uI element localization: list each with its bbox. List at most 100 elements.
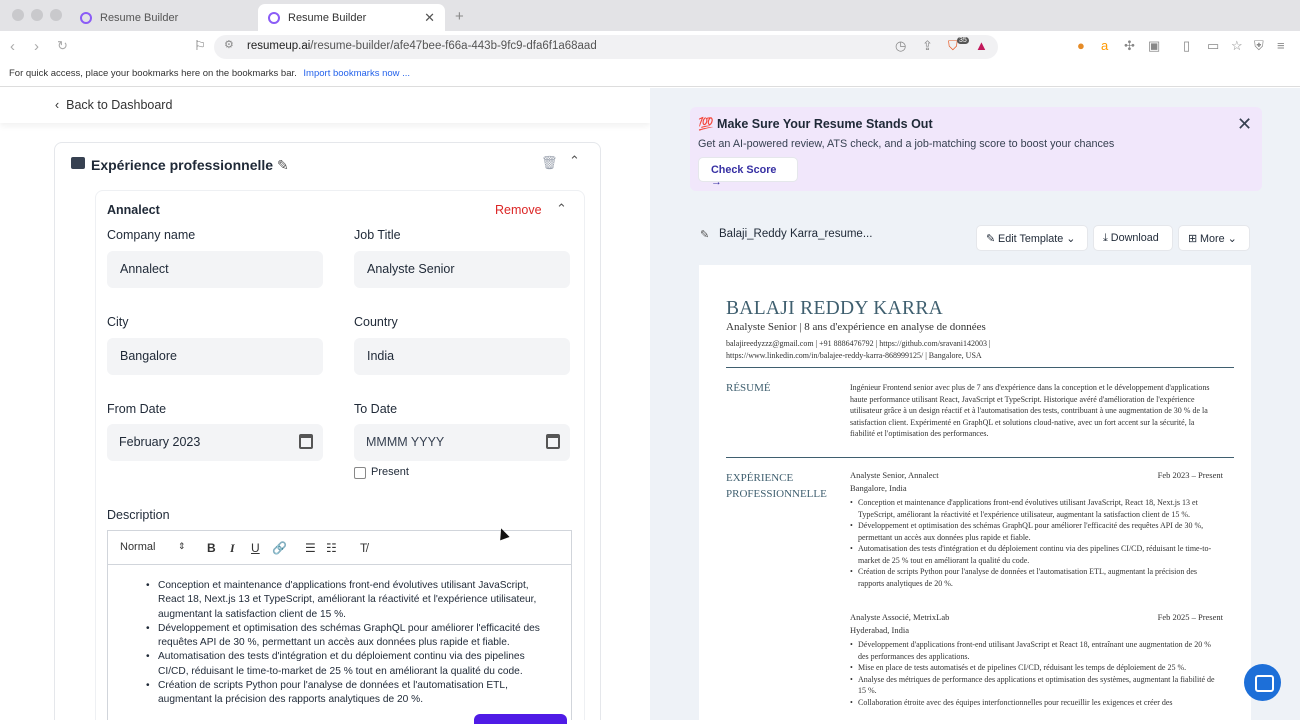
calendar-icon[interactable]: [299, 434, 313, 449]
back-to-dashboard-link[interactable]: ‹ Back to Dashboard: [55, 98, 172, 112]
job-bullet: Création de scripts Python pour l'analys…: [850, 566, 1220, 589]
calendar-icon[interactable]: [546, 434, 560, 449]
import-bookmarks-link[interactable]: Import bookmarks now ...: [303, 68, 410, 79]
chevron-down-icon: ⌄: [1227, 233, 1237, 245]
ordered-list-icon[interactable]: ☰: [305, 541, 316, 555]
back-bar: ‹ Back to Dashboard: [0, 88, 650, 123]
company-input[interactable]: Annalect: [107, 251, 323, 288]
from-date-value: February 2023: [119, 435, 201, 449]
preview-panel: 💯 Make Sure Your Resume Stands Out Get a…: [650, 88, 1300, 720]
resume-preview: BALAJI REDDY KARRA Analyste Senior | 8 a…: [699, 265, 1251, 720]
description-bullet: Création de scripts Python pour l'analys…: [146, 679, 552, 708]
job-bullets: Développement d'applications front-end u…: [850, 639, 1220, 708]
summary-heading: RÉSUMÉ: [726, 382, 771, 394]
country-input[interactable]: India: [354, 338, 570, 375]
more-button[interactable]: ⊞ More ⌄: [1178, 225, 1250, 251]
editor-panel: ‹ Back to Dashboard Expérience professio…: [0, 88, 650, 720]
job-bullet: Automatisation des tests d'intégration e…: [850, 543, 1220, 566]
italic-button[interactable]: I: [230, 541, 235, 556]
resume-file-name[interactable]: Balaji_Reddy Karra_resume...: [719, 228, 872, 240]
sidebar-icon[interactable]: ▯: [1183, 38, 1190, 54]
bold-button[interactable]: B: [207, 541, 216, 555]
browser-tab-inactive[interactable]: Resume Builder: [70, 4, 256, 31]
description-bullet: Développement et optimisation des schéma…: [146, 622, 552, 651]
bookmarks-hint: For quick access, place your bookmarks h…: [9, 68, 297, 79]
resume-name: BALAJI REDDY KARRA: [726, 298, 944, 319]
city-input[interactable]: Bangalore: [107, 338, 323, 375]
browser-tab-active[interactable]: Resume Builder ✕: [258, 4, 445, 31]
close-icon[interactable]: ✕: [1237, 114, 1252, 135]
leo-icon[interactable]: ☆: [1231, 38, 1243, 54]
shield-badge: 35: [957, 37, 969, 44]
remove-entry-button[interactable]: Remove: [495, 203, 542, 217]
summary-text: Ingénieur Frontend senior avec plus de 7…: [850, 383, 1210, 438]
job-location: Bangalore, India: [850, 483, 907, 493]
menu-icon[interactable]: ≡: [1277, 38, 1285, 53]
entry-title: Annalect: [107, 203, 160, 217]
underline-button[interactable]: U: [251, 541, 260, 555]
amazon-extension-icon[interactable]: a: [1101, 38, 1108, 53]
job-bullet: Développement et optimisation des schéma…: [850, 520, 1220, 543]
to-date-label: To Date: [354, 402, 398, 416]
wallet-icon[interactable]: ▭: [1207, 38, 1219, 54]
edit-icon[interactable]: ✎: [277, 157, 289, 173]
chevron-down-icon: ⌄: [1066, 233, 1076, 245]
divider: [726, 367, 1234, 368]
job-title-input[interactable]: Analyste Senior: [354, 251, 570, 288]
description-content[interactable]: Conception et maintenance d'applications…: [146, 579, 552, 708]
to-date-input[interactable]: MMMM YYYY: [354, 424, 570, 461]
rename-icon[interactable]: ✎: [700, 228, 709, 241]
from-date-input[interactable]: February 2023: [107, 424, 323, 461]
company-label: Company name: [107, 228, 196, 242]
forward-nav-icon[interactable]: ›: [34, 38, 39, 55]
trash-icon[interactable]: 🗑: [541, 155, 558, 171]
reload-icon[interactable]: ↻: [57, 38, 68, 54]
present-checkbox[interactable]: [354, 467, 366, 479]
briefcase-icon: [71, 157, 85, 169]
extension-icon[interactable]: ●: [1077, 38, 1085, 53]
bookmark-icon[interactable]: ⚐: [194, 38, 206, 54]
extension-icon[interactable]: ▣: [1148, 38, 1160, 54]
new-tab-icon[interactable]: +: [455, 8, 464, 25]
job-bullet: Développement d'applications front-end u…: [850, 639, 1220, 662]
bullet-list-icon[interactable]: ☷: [326, 541, 337, 555]
job-title: Analyste Associé, MetrixLab Feb 2025 – Pr…: [850, 612, 1223, 622]
from-date-label: From Date: [107, 402, 167, 416]
job-bullet: Conception et maintenance d'applications…: [850, 497, 1220, 520]
app-favicon-icon: [268, 11, 280, 24]
bookmarks-bar: For quick access, place your bookmarks h…: [0, 63, 1300, 87]
vpn-icon[interactable]: ⛨: [1254, 38, 1264, 54]
app-favicon-icon: [80, 11, 92, 24]
download-button[interactable]: ⤓ Download: [1093, 225, 1173, 251]
chat-support-icon[interactable]: [1244, 664, 1281, 701]
clear-format-icon[interactable]: T̸: [360, 541, 367, 555]
job-title: Analyste Senior, Annalect Feb 2023 – Pres…: [850, 470, 1223, 480]
close-tab-icon[interactable]: ✕: [424, 10, 435, 26]
description-bullet: Automatisation des tests d'intégration e…: [146, 650, 552, 679]
job-bullets: Conception et maintenance d'applications…: [850, 497, 1220, 589]
chevron-up-icon[interactable]: ⌃: [556, 201, 567, 217]
history-icon[interactable]: ◷: [895, 38, 906, 54]
url-text[interactable]: resumeup.ai/resume-builder/afe47bee-f66a…: [247, 40, 597, 52]
edit-template-button[interactable]: ✎ Edit Template ⌄: [976, 225, 1088, 251]
promo-title: 💯 Make Sure Your Resume Stands Out: [698, 117, 933, 131]
divider: [726, 457, 1234, 458]
description-editor[interactable]: Normal ⇕ B I U 🔗 ☰ ☷ T̸ Conception et ma…: [107, 530, 572, 720]
share-icon[interactable]: ⇪: [922, 38, 933, 54]
promo-subtitle: Get an AI-powered review, ATS check, and…: [698, 138, 1115, 150]
job-bullet: Analyse des métriques de performance des…: [850, 674, 1220, 697]
back-nav-icon[interactable]: ‹: [10, 38, 15, 55]
window-controls[interactable]: [12, 9, 62, 21]
save-button[interactable]: [474, 714, 567, 724]
chevron-up-icon[interactable]: ⌃: [569, 153, 580, 169]
resume-headline: Analyste Senior | 8 ans d'expérience en …: [726, 321, 986, 333]
puzzle-icon[interactable]: ✣: [1124, 38, 1135, 54]
chevron-left-icon: ‹: [55, 98, 67, 112]
check-score-button[interactable]: Check Score →: [698, 157, 798, 188]
site-settings-icon[interactable]: ⚙: [224, 38, 234, 51]
link-icon[interactable]: 🔗: [272, 541, 287, 555]
rewards-icon[interactable]: ▲: [975, 38, 988, 53]
text-style-select[interactable]: Normal: [120, 541, 155, 553]
tab-label: Resume Builder: [100, 11, 179, 24]
job-location: Hyderabad, India: [850, 625, 910, 635]
